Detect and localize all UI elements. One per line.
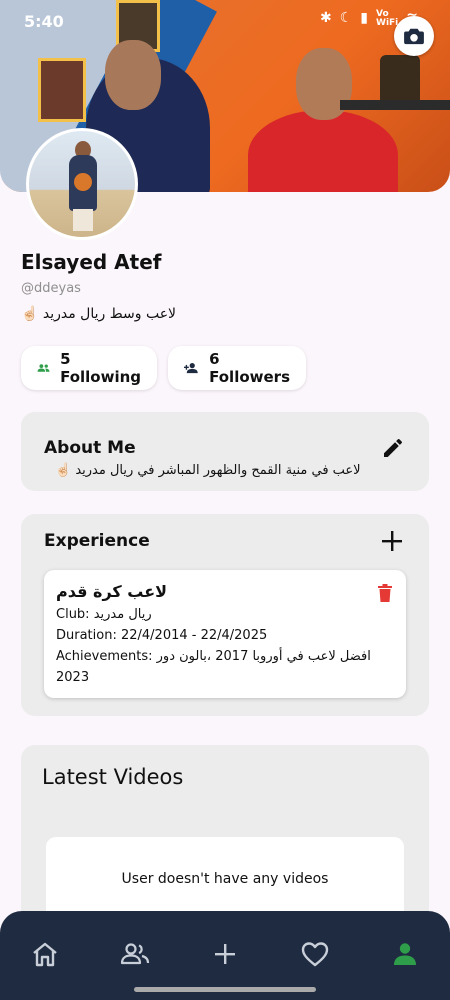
people-icon xyxy=(120,943,150,965)
about-title: About Me xyxy=(44,438,136,458)
change-cover-button[interactable] xyxy=(394,16,434,56)
profile-bio: لاعب وسط ريال مدريد ☝🏻 xyxy=(21,306,177,322)
nav-profile[interactable] xyxy=(388,937,422,971)
experience-item-title: لاعب كرة قدم xyxy=(56,582,168,601)
add-experience-icon[interactable] xyxy=(381,530,403,552)
following-button[interactable]: 5 Following xyxy=(21,346,157,390)
about-text: لاعب في منية القمح والظهور المباشر في ري… xyxy=(55,463,361,478)
moon-icon: ☾ xyxy=(339,10,353,26)
bluetooth-icon: ✱ xyxy=(320,10,332,26)
followers-button[interactable]: 6 Followers xyxy=(168,346,306,390)
profile-icon xyxy=(394,943,416,965)
heart-icon xyxy=(301,942,329,967)
edit-icon[interactable] xyxy=(381,436,405,460)
vowifi-icon: Vo WiFi xyxy=(376,9,399,28)
profile-handle: @ddeyas xyxy=(21,281,81,296)
experience-item-achievements: Achievements: افضل لاعب في أوروبا 2017 ،… xyxy=(56,649,371,685)
nav-favorites[interactable] xyxy=(298,937,332,971)
avatar[interactable] xyxy=(26,128,138,240)
experience-item: لاعب كرة قدم Club: ريال مدريد Duration: … xyxy=(44,570,406,698)
experience-item-duration: Duration: 22/4/2014 - 22/4/2025 xyxy=(56,628,268,643)
status-bar: 5:40 ✱ ☾ ▮ VoWiFi ≋ xyxy=(0,0,450,40)
followers-label: 6 Followers xyxy=(209,350,290,386)
about-card: About Me لاعب في منية القمح والظهور المب… xyxy=(21,412,429,491)
profile-name: Elsayed Atef xyxy=(21,250,162,274)
videos-title: Latest Videos xyxy=(42,765,184,789)
experience-title: Experience xyxy=(44,531,150,551)
nav-people[interactable] xyxy=(118,937,152,971)
home-icon xyxy=(33,942,57,967)
add-icon xyxy=(215,944,235,964)
person-add-icon xyxy=(184,362,198,374)
following-label: 5 Following xyxy=(60,350,142,386)
nav-add[interactable] xyxy=(208,937,242,971)
signal-icon: ▮ xyxy=(360,10,369,26)
experience-item-club: Club: ريال مدريد xyxy=(56,607,152,622)
camera-icon xyxy=(404,28,424,45)
trash-icon[interactable] xyxy=(377,584,393,602)
nav-home[interactable] xyxy=(28,937,62,971)
status-time: 5:40 xyxy=(24,12,64,31)
experience-card: Experience لاعب كرة قدم Club: ريال مدريد… xyxy=(21,514,429,716)
people-icon xyxy=(37,364,50,372)
home-indicator[interactable] xyxy=(134,987,316,992)
